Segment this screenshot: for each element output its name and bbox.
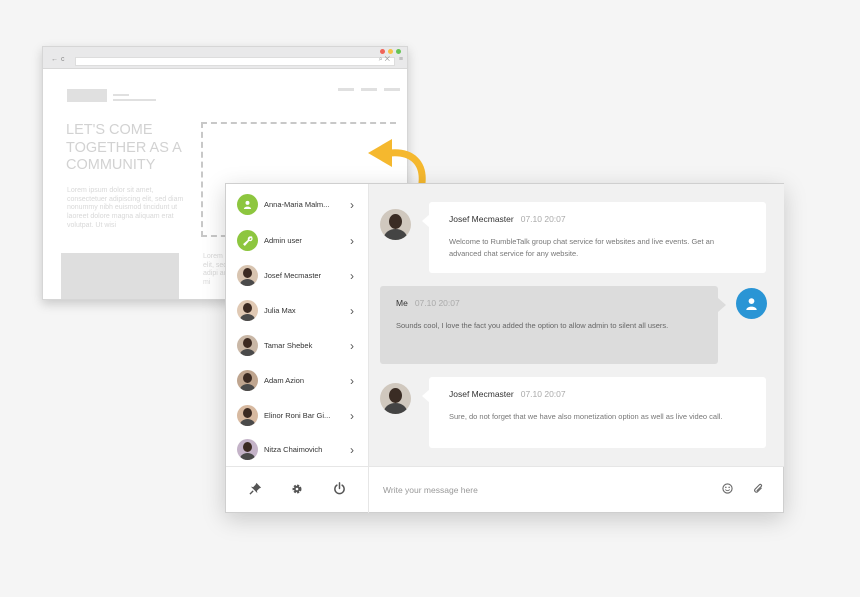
avatar bbox=[237, 265, 258, 286]
message-author: Josef Mecmaster bbox=[449, 214, 514, 224]
chevron-right-icon: › bbox=[350, 373, 354, 388]
nav-placeholder bbox=[338, 88, 354, 91]
chevron-right-icon: › bbox=[350, 233, 354, 248]
gear-icon[interactable] bbox=[287, 483, 307, 498]
user-name: Tamar Shebek bbox=[264, 341, 313, 350]
address-bar: ⌕ ✕ bbox=[75, 56, 395, 66]
logo-placeholder bbox=[67, 89, 107, 102]
pin-icon[interactable] bbox=[245, 482, 265, 498]
paperclip-icon[interactable] bbox=[753, 483, 764, 498]
chevron-right-icon: › bbox=[350, 303, 354, 318]
user-list-item[interactable]: Tamar Shebek › bbox=[226, 328, 368, 363]
logo-line bbox=[113, 99, 156, 101]
avatar bbox=[237, 335, 258, 356]
wrench-icon bbox=[237, 230, 258, 251]
chevron-right-icon: › bbox=[350, 338, 354, 353]
chevron-right-icon: › bbox=[350, 442, 354, 457]
message-bubble-mine: Me 07.10 20:07 Sounds cool, I love the fa… bbox=[380, 286, 726, 364]
user-name: Admin user bbox=[264, 236, 302, 245]
message-author: Josef Mecmaster bbox=[449, 389, 514, 399]
avatar bbox=[380, 383, 411, 414]
hero-text: Lorem ipsum dolor sit amet, consectetuer… bbox=[67, 187, 184, 229]
user-list-item[interactable]: Adam Azion › bbox=[226, 363, 368, 398]
message-input[interactable] bbox=[383, 485, 722, 495]
chevron-right-icon: › bbox=[350, 408, 354, 423]
menu-icon: ≡ bbox=[398, 56, 403, 63]
chevron-right-icon: › bbox=[350, 197, 354, 212]
window-controls bbox=[380, 49, 401, 54]
message-text: Welcome to RumbleTalk group chat service… bbox=[449, 237, 714, 258]
message-time: 07.10 20:07 bbox=[520, 389, 566, 399]
hero-title: LET'S COME TOGETHER AS A COMMUNITY bbox=[66, 122, 181, 173]
nav-placeholder bbox=[361, 88, 377, 91]
chevron-right-icon: › bbox=[350, 268, 354, 283]
logo-line bbox=[113, 94, 129, 96]
user-list-item[interactable]: Julia Max › bbox=[226, 293, 368, 328]
user-icon bbox=[237, 194, 258, 215]
emoji-icon[interactable] bbox=[722, 483, 733, 497]
message-time: 07.10 20:07 bbox=[520, 214, 566, 224]
message-time: 07.10 20:07 bbox=[414, 298, 460, 308]
user-name: Anna-Maria Malm... bbox=[264, 200, 330, 209]
message-author: Me bbox=[396, 298, 408, 308]
user-icon bbox=[736, 288, 767, 319]
avatar bbox=[380, 209, 411, 240]
avatar bbox=[237, 405, 258, 426]
user-list-item[interactable]: Anna-Maria Malm... › bbox=[226, 187, 368, 222]
user-name: Adam Azion bbox=[264, 376, 305, 385]
user-name: Elinor Roni Bar Gi... bbox=[264, 411, 331, 420]
avatar bbox=[237, 439, 258, 460]
user-list-item[interactable]: Nitza Chaimovich › bbox=[226, 432, 368, 467]
user-list-item[interactable]: Admin user › bbox=[226, 223, 368, 258]
message-bubble: Josef Mecmaster 07.10 20:07 Sure, do not … bbox=[422, 377, 766, 448]
avatar bbox=[237, 300, 258, 321]
chat-widget: Anna-Maria Malm... › Admin user › Josef … bbox=[225, 183, 784, 513]
nav-placeholder bbox=[384, 88, 400, 91]
message-composer bbox=[368, 466, 784, 513]
browser-nav-icons: ←c bbox=[51, 56, 68, 63]
user-list: Anna-Maria Malm... › Admin user › Josef … bbox=[226, 184, 368, 466]
message-text: Sure, do not forget that we have also mo… bbox=[449, 412, 723, 421]
search-icon: ⌕ ✕ bbox=[378, 56, 390, 63]
avatar bbox=[237, 370, 258, 391]
sidebar-footer bbox=[226, 466, 368, 513]
user-list-item[interactable]: Elinor Roni Bar Gi... › bbox=[226, 398, 368, 433]
message-area: Josef Mecmaster 07.10 20:07 Welcome to Ru… bbox=[368, 184, 784, 466]
message-text: Sounds cool, I love the fact you added t… bbox=[396, 321, 669, 330]
user-list-item[interactable]: Josef Mecmaster › bbox=[226, 258, 368, 293]
user-name: Nitza Chaimovich bbox=[264, 445, 323, 454]
curved-arrow-icon bbox=[368, 139, 426, 185]
message-bubble: Josef Mecmaster 07.10 20:07 Welcome to Ru… bbox=[422, 202, 766, 273]
user-name: Julia Max bbox=[264, 306, 296, 315]
power-icon[interactable] bbox=[329, 482, 349, 498]
user-name: Josef Mecmaster bbox=[264, 271, 322, 280]
browser-toolbar: ←c ⌕ ✕ ≡ bbox=[43, 47, 407, 69]
image-placeholder bbox=[61, 253, 179, 299]
